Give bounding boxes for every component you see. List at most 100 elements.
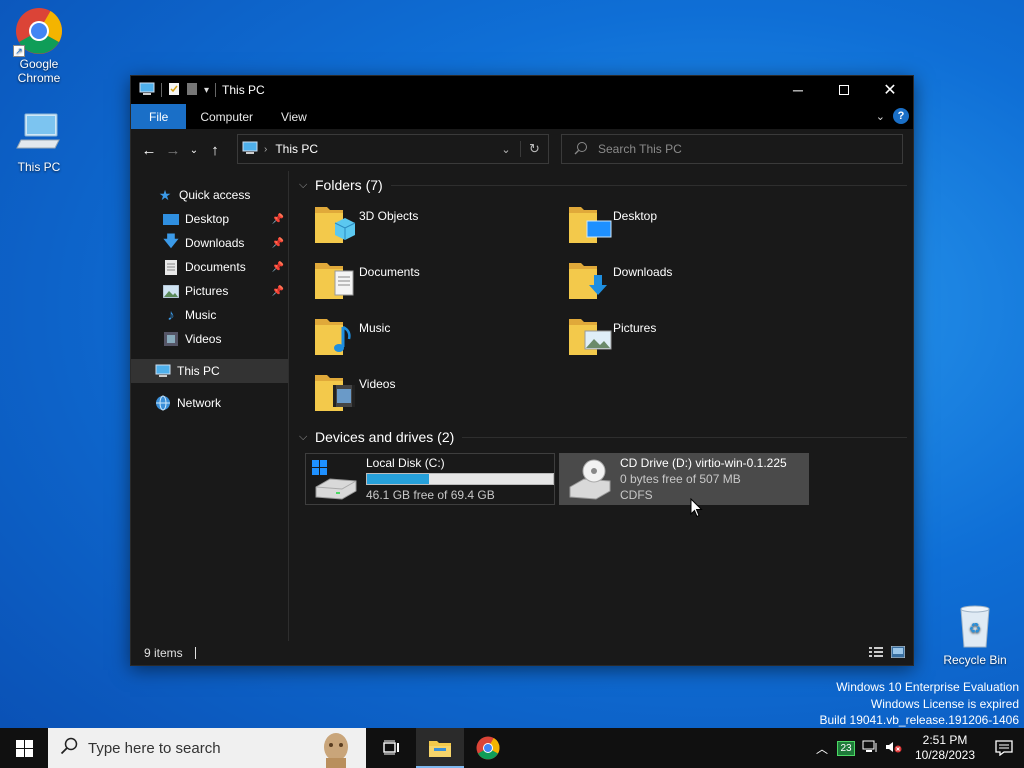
folder-item[interactable]: Music: [313, 313, 567, 369]
taskbar-search-input[interactable]: Type here to search: [88, 740, 221, 757]
drive-cd-drive-d[interactable]: CD Drive (D:) virtio-win-0.1.225 0 bytes…: [559, 453, 809, 505]
desktop-icon-recycle-bin[interactable]: ♻ Recycle Bin: [940, 603, 1010, 667]
download-arrow-icon: 🡇: [163, 232, 179, 250]
properties-icon[interactable]: [168, 82, 180, 99]
item-count: 9 items: [144, 646, 183, 660]
svg-text:♻: ♻: [969, 621, 982, 637]
volume-button[interactable]: [882, 728, 906, 768]
folder-name: Downloads: [613, 265, 673, 279]
folder-item[interactable]: Downloads: [567, 257, 821, 313]
desktop-icon-this-pc[interactable]: This PC: [4, 110, 74, 174]
search-input[interactable]: Search This PC: [598, 142, 682, 156]
breadcrumb-chevron-icon[interactable]: ›: [264, 144, 267, 155]
toolbar-separator: [215, 83, 217, 97]
action-center-button[interactable]: [984, 728, 1024, 768]
up-button[interactable]: ↑: [203, 138, 227, 162]
nav-this-pc[interactable]: This PC: [131, 359, 288, 383]
nav-label: Downloads: [185, 236, 245, 250]
minimize-button[interactable]: ─: [775, 76, 821, 104]
chevron-up-icon: ︿: [815, 741, 828, 756]
nav-label: Network: [177, 396, 222, 410]
drive-free-space: 0 bytes free of 507 MB: [620, 472, 741, 486]
tab-view[interactable]: View: [267, 104, 321, 129]
devices-group-header[interactable]: ⌵ Devices and drives (2): [295, 425, 913, 449]
network-status-button[interactable]: [858, 728, 882, 768]
music-note-icon: ♪: [167, 306, 175, 324]
collapse-chevron-icon: ⌵: [299, 178, 308, 191]
group-header-label: Devices and drives (2): [315, 429, 455, 445]
expand-ribbon-chevron-icon[interactable]: ⌄: [876, 110, 885, 123]
clock-time: 2:51 PM: [922, 733, 968, 747]
search-icon: [60, 737, 78, 759]
3d-objects-folder-icon: [313, 201, 359, 247]
desktop-icon-label: Google Chrome: [17, 57, 61, 85]
nav-quick-access[interactable]: ★ Quick access: [131, 183, 288, 207]
nav-item-documents[interactable]: Documents 📌: [131, 255, 288, 279]
recent-locations-button[interactable]: ⌄: [185, 138, 203, 162]
forward-button[interactable]: →: [161, 138, 185, 162]
customize-toolbar-chevron-icon[interactable]: ▾: [204, 85, 209, 96]
tray-app-badge[interactable]: 23: [834, 728, 858, 768]
details-view-icon[interactable]: [869, 646, 883, 661]
desktop-icon-chrome[interactable]: ↗ Google Chrome: [4, 7, 74, 85]
nav-label: Music: [185, 308, 217, 322]
clock[interactable]: 2:51 PM 10/28/2023: [906, 733, 984, 763]
nav-item-downloads[interactable]: 🡇 Downloads 📌: [131, 231, 288, 255]
folders-group-header[interactable]: ⌵ Folders (7): [295, 173, 913, 197]
taskbar-search-box[interactable]: Type here to search: [48, 728, 366, 768]
nav-label: Videos: [185, 332, 222, 346]
close-button[interactable]: ✕: [867, 76, 913, 104]
folder-item[interactable]: Desktop: [567, 201, 821, 257]
taskbar-chrome[interactable]: [464, 728, 512, 768]
start-button[interactable]: [0, 728, 48, 768]
folder-item[interactable]: Videos: [313, 369, 567, 425]
large-icons-view-icon[interactable]: [890, 645, 906, 661]
file-explorer-icon: [429, 741, 451, 757]
folder-item[interactable]: 3D Objects: [313, 201, 567, 257]
back-arrow-icon: ←: [141, 141, 157, 159]
watermark-line: Windows License is expired: [870, 696, 1019, 711]
nav-network[interactable]: Network: [131, 391, 288, 415]
task-view-button[interactable]: [368, 728, 416, 768]
navigation-pane: ★ Quick access Desktop 📌 🡇 Downloads 📌 D…: [131, 171, 289, 641]
pin-icon[interactable]: 📌: [272, 214, 284, 225]
chrome-icon: [476, 736, 500, 760]
pin-icon[interactable]: 📌: [272, 286, 284, 297]
chrome-icon: ↗: [13, 7, 63, 57]
address-bar[interactable]: › This PC ⌄ ↻: [237, 134, 549, 164]
refresh-icon[interactable]: ↻: [520, 141, 548, 157]
pictures-folder-icon: [567, 313, 613, 359]
task-view-icon: [383, 740, 399, 755]
new-folder-icon[interactable]: [186, 82, 198, 99]
pin-icon[interactable]: 📌: [272, 238, 284, 249]
document-icon: [163, 259, 179, 275]
nav-item-videos[interactable]: Videos: [131, 327, 288, 351]
taskbar-file-explorer[interactable]: [416, 728, 464, 768]
folder-name: Desktop: [613, 209, 658, 223]
help-icon[interactable]: ?: [893, 108, 909, 124]
show-hidden-icons-button[interactable]: ︿: [810, 728, 834, 768]
drive-name: CD Drive (D:) virtio-win-0.1.225: [620, 456, 787, 470]
pin-icon[interactable]: 📌: [272, 262, 284, 273]
back-button[interactable]: ←: [137, 138, 161, 162]
network-monitor-icon: [862, 740, 878, 757]
computer-monitor-icon: [155, 363, 171, 379]
folder-item[interactable]: Documents: [313, 257, 567, 313]
nav-item-pictures[interactable]: Pictures 📌: [131, 279, 288, 303]
tab-computer[interactable]: Computer: [186, 104, 267, 129]
title-bar[interactable]: ▾ This PC ─ ✕: [131, 76, 913, 104]
search-box[interactable]: Search This PC: [561, 134, 903, 164]
close-icon: ✕: [883, 82, 897, 99]
picture-icon: [163, 283, 179, 299]
explorer-window: ▾ This PC ─ ✕ File Computer View ⌄ ? ← →…: [130, 75, 914, 666]
drive-local-disk-c[interactable]: Local Disk (C:) 46.1 GB free of 69.4 GB: [305, 453, 555, 505]
tab-file[interactable]: File: [131, 104, 187, 129]
nav-item-music[interactable]: ♪ Music: [131, 303, 288, 327]
mouse-cursor: [690, 497, 703, 521]
nav-item-desktop[interactable]: Desktop 📌: [131, 207, 288, 231]
folder-item[interactable]: Pictures: [567, 313, 821, 369]
breadcrumb-this-pc[interactable]: This PC: [275, 142, 318, 156]
watermark-line: Build 19041.vb_release.191206-1406: [819, 713, 1020, 727]
maximize-button[interactable]: [821, 76, 867, 104]
address-history-chevron-icon[interactable]: ⌄: [492, 143, 520, 156]
